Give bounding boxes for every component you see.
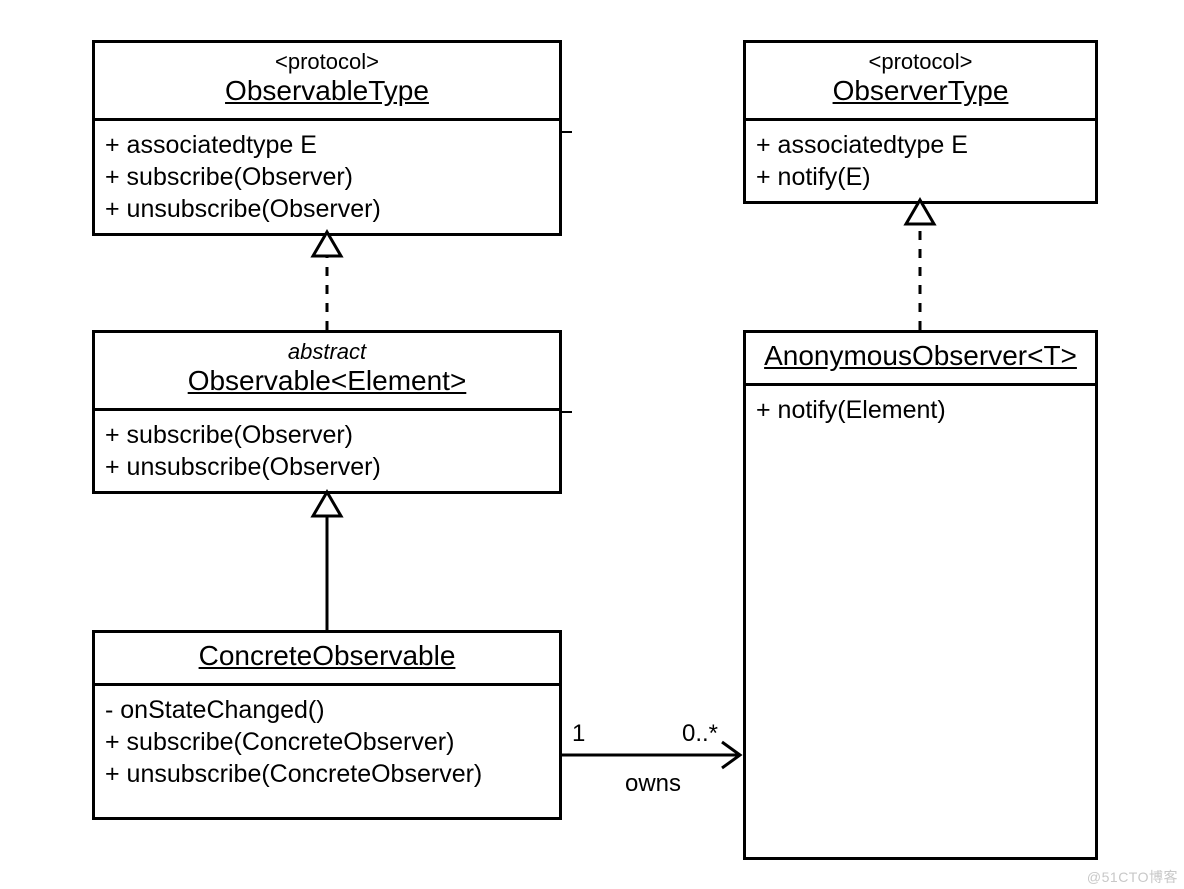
member: + associatedtype E xyxy=(756,129,1085,161)
member: + subscribe(Observer) xyxy=(105,419,549,451)
member: + unsubscribe(ConcreteObserver) xyxy=(105,758,549,790)
member: + subscribe(ConcreteObserver) xyxy=(105,726,549,758)
member: + subscribe(Observer) xyxy=(105,161,549,193)
class-concrete-observable: ConcreteObservable - onStateChanged() + … xyxy=(92,630,562,820)
member: + notify(Element) xyxy=(756,394,1085,426)
member: - onStateChanged() xyxy=(105,694,549,726)
class-title: ObserverType xyxy=(754,74,1087,110)
class-title: Observable<Element> xyxy=(103,364,551,400)
class-anonymous-observer: AnonymousObserver<T> + notify(Element) xyxy=(743,330,1098,860)
association-label: owns xyxy=(625,770,681,798)
class-members: + associatedtype E + subscribe(Observer)… xyxy=(95,121,559,233)
class-header: <protocol> ObserverType xyxy=(746,43,1095,121)
class-header: <protocol> ObservableType xyxy=(95,43,559,121)
class-title: AnonymousObserver<T> xyxy=(754,339,1087,375)
member: + unsubscribe(Observer) xyxy=(105,451,549,483)
class-observable-type: <protocol> ObservableType + associatedty… xyxy=(92,40,562,236)
class-observer-type: <protocol> ObserverType + associatedtype… xyxy=(743,40,1098,204)
watermark: @51CTO博客 xyxy=(1087,867,1178,887)
member: + associatedtype E xyxy=(105,129,549,161)
member: + unsubscribe(Observer) xyxy=(105,193,549,225)
class-members: + subscribe(Observer) + unsubscribe(Obse… xyxy=(95,411,559,491)
stereotype: <protocol> xyxy=(754,49,1087,74)
class-members: - onStateChanged() + subscribe(ConcreteO… xyxy=(95,686,559,798)
class-header: AnonymousObserver<T> xyxy=(746,333,1095,386)
modifier: abstract xyxy=(103,339,551,364)
class-header: abstract Observable<Element> xyxy=(95,333,559,411)
uml-canvas: <protocol> ObservableType + associatedty… xyxy=(0,0,1184,889)
class-title: ObservableType xyxy=(103,74,551,110)
class-observable: abstract Observable<Element> + subscribe… xyxy=(92,330,562,494)
multiplicity-from: 1 xyxy=(572,720,585,748)
member: + notify(E) xyxy=(756,161,1085,193)
multiplicity-to: 0..* xyxy=(682,720,718,748)
class-header: ConcreteObservable xyxy=(95,633,559,686)
stereotype: <protocol> xyxy=(103,49,551,74)
class-members: + notify(Element) xyxy=(746,386,1095,434)
class-members: + associatedtype E + notify(E) xyxy=(746,121,1095,201)
class-title: ConcreteObservable xyxy=(103,639,551,675)
